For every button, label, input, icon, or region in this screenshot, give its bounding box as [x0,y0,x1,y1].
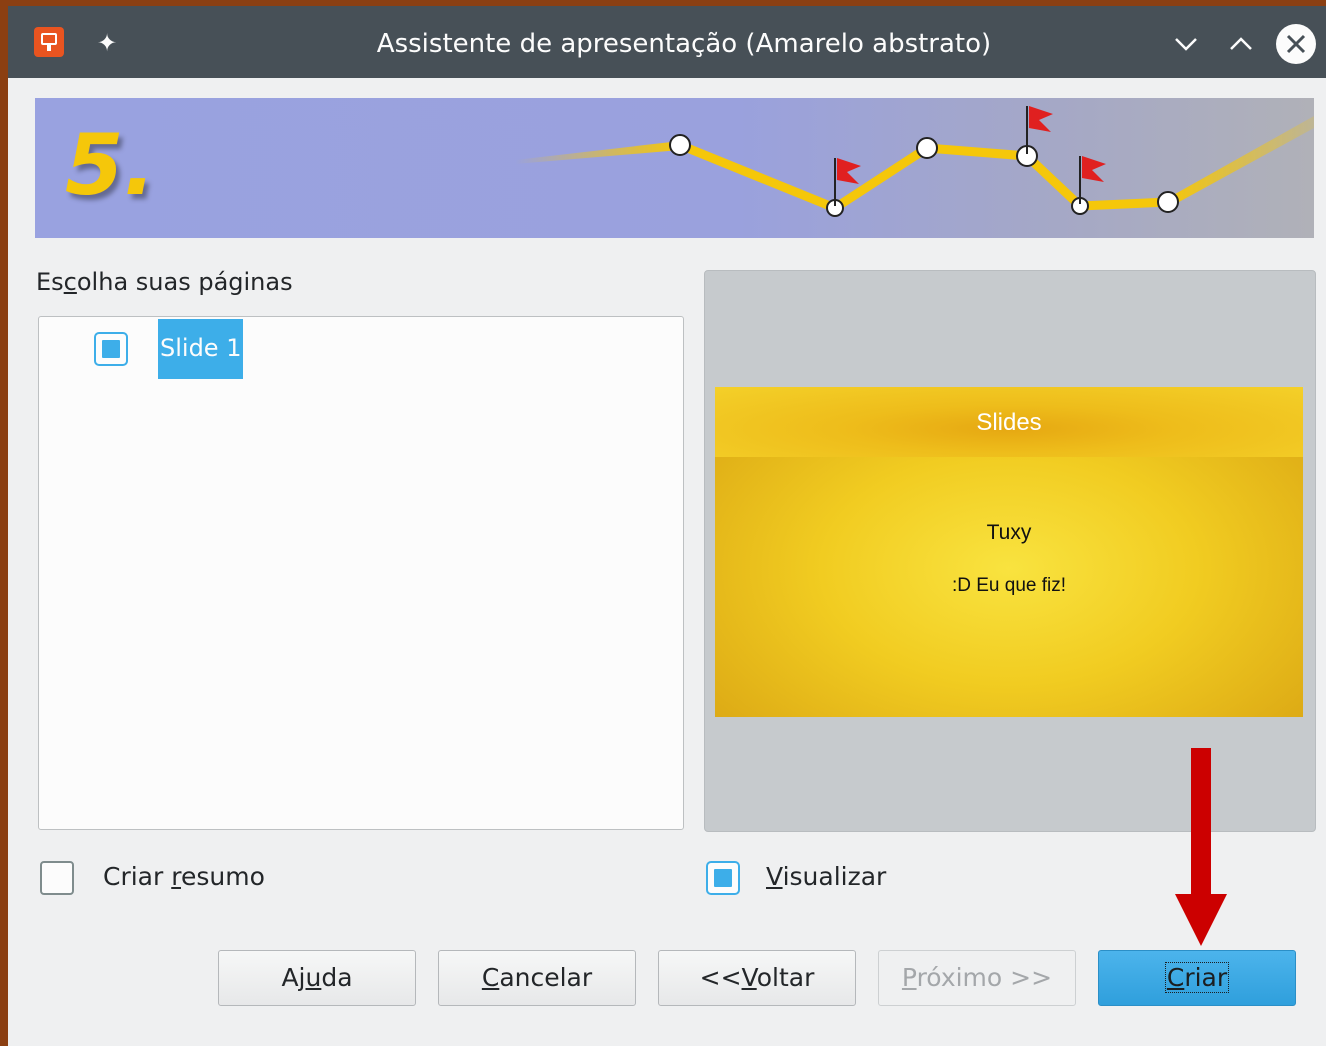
title-bar[interactable]: ✦ Assistente de apresentação (Amarelo ab… [8,6,1326,78]
back-button[interactable]: <<Voltar [658,950,856,1006]
list-item[interactable]: Slide 1 [39,317,679,381]
create-summary-checkbox[interactable] [40,861,74,895]
close-icon [1286,34,1306,54]
road-path-graphic [515,106,1314,217]
maximize-button[interactable] [1223,26,1259,62]
preview-label[interactable]: Visualizar [766,862,886,891]
slide-1-label[interactable]: Slide 1 [158,319,244,379]
step-number: 5. [65,116,156,214]
slide-1-checkbox[interactable] [94,332,128,366]
slide-text-line-2: :D Eu que fiz! [951,575,1067,596]
wizard-step-banner: 5. [35,98,1314,238]
slide-text-line-1: Tuxy [986,521,1032,544]
preview-checkbox[interactable] [706,861,740,895]
create-summary-label[interactable]: Criar resumo [103,862,265,891]
next-button: Próximo >> [878,950,1076,1006]
pages-tree-list[interactable]: Slide 1 [38,316,684,830]
cancel-button[interactable]: Cancelar [438,950,636,1006]
help-button[interactable]: Ajuda [218,950,416,1006]
slide-thumbnail: Slides Tuxy :D Eu que fiz! [715,387,1303,717]
chevron-down-icon [1175,38,1197,51]
choose-pages-label: Escolha suas páginas [36,268,293,296]
red-annotation-arrow-icon [1175,748,1227,946]
close-button[interactable] [1276,24,1316,64]
create-button[interactable]: Criar [1098,950,1296,1006]
window-title: Assistente de apresentação (Amarelo abst… [376,29,992,59]
chevron-up-icon [1230,37,1252,50]
slide-title: Slides [976,409,1042,436]
minimize-button[interactable] [1168,26,1204,62]
presentation-wizard-dialog: ✦ Assistente de apresentação (Amarelo ab… [8,6,1326,1046]
